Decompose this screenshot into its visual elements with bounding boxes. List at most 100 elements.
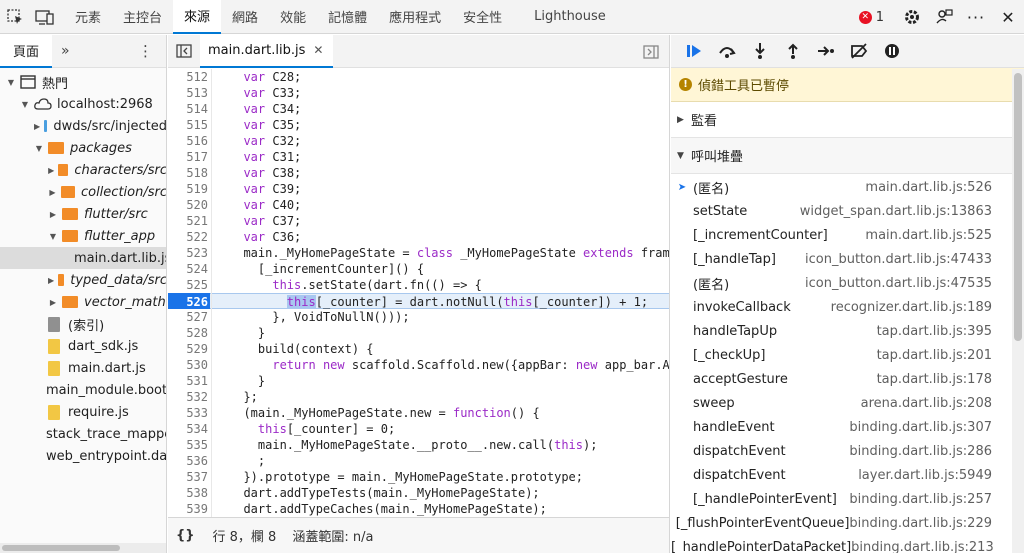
frame-location[interactable]: binding.dart.lib.js:229 [849, 516, 1012, 531]
close-devtools-icon[interactable]: ✕ [992, 0, 1024, 34]
call-frame[interactable]: [_handleTap] icon_button.dart.lib.js:4743… [671, 247, 1012, 271]
line-number[interactable]: 512 [168, 69, 208, 85]
code-line[interactable]: 539 dart.addTypeCaches(main._MyHomePageS… [168, 501, 669, 517]
code-line[interactable]: 531 } [168, 373, 669, 389]
code-line[interactable]: 520 var C40; [168, 197, 669, 213]
tab-8[interactable]: Lighthouse [523, 0, 617, 34]
watch-section-header[interactable]: ▶ 監看 [671, 102, 1024, 138]
code-line[interactable]: 519 var C39; [168, 181, 669, 197]
debugger-vertical-scrollbar[interactable] [1012, 69, 1024, 553]
code-line-breakpoint[interactable]: 526 this[_counter] = dart.notNull(this[_… [168, 293, 669, 309]
call-frame[interactable]: sweep arena.dart.lib.js:208 [671, 391, 1012, 415]
call-frame[interactable]: invokeCallback recognizer.dart.lib.js:189 [671, 295, 1012, 319]
call-frame[interactable]: [_incrementCounter] main.dart.lib.js:525 [671, 223, 1012, 247]
call-frame[interactable]: (匿名) icon_button.dart.lib.js:47535 [671, 271, 1012, 295]
step-over-icon[interactable] [710, 35, 743, 68]
code-line[interactable]: 523 main._MyHomePageState = class _MyHom… [168, 245, 669, 261]
line-number[interactable]: 533 [168, 405, 208, 421]
line-number[interactable]: 528 [168, 325, 208, 341]
tree-item[interactable]: ▼ localhost:2968 [0, 93, 166, 115]
line-number[interactable]: 518 [168, 165, 208, 181]
line-number[interactable]: 525 [168, 277, 208, 293]
code-line[interactable]: 522 var C36; [168, 229, 669, 245]
tree-item[interactable]: main.dart.js [0, 357, 166, 379]
frame-location[interactable]: layer.dart.lib.js:5949 [858, 468, 1012, 483]
expand-arrow-icon[interactable]: ▶ [48, 298, 58, 307]
more-tabs-chevron-icon[interactable]: » [52, 43, 79, 59]
frame-location[interactable]: binding.dart.lib.js:307 [849, 420, 1012, 435]
line-number[interactable]: 519 [168, 181, 208, 197]
call-frame[interactable]: [_handlePointerEvent] binding.dart.lib.js… [671, 487, 1012, 511]
toggle-navigator-icon[interactable] [168, 35, 200, 68]
resume-icon[interactable] [677, 35, 710, 68]
line-number[interactable]: 530 [168, 357, 208, 373]
tree-item[interactable]: ▶ collection/src [0, 181, 166, 203]
code-line[interactable]: 529 build(context) { [168, 341, 669, 357]
navigator-menu-icon[interactable]: ⋮ [138, 42, 166, 60]
code-line[interactable]: 527 }, VoidToNullN())); [168, 309, 669, 325]
line-number[interactable]: 514 [168, 101, 208, 117]
expand-arrow-icon[interactable]: ▶ [48, 188, 57, 197]
code-line[interactable]: 538 dart.addTypeTests(main._MyHomePageSt… [168, 485, 669, 501]
code-line[interactable]: 512 var C28; [168, 69, 669, 85]
settings-gear-icon[interactable] [896, 0, 928, 34]
step-icon[interactable] [809, 35, 842, 68]
line-number[interactable]: 532 [168, 389, 208, 405]
frame-location[interactable]: widget_span.dart.lib.js:13863 [800, 204, 1012, 219]
tab-1[interactable]: 主控台 [112, 0, 173, 34]
tree-item[interactable]: stack_trace_mapper.js [0, 423, 166, 445]
frame-location[interactable]: icon_button.dart.lib.js:47433 [805, 252, 1012, 267]
frame-location[interactable]: tap.dart.lib.js:395 [877, 324, 1012, 339]
line-number[interactable]: 521 [168, 213, 208, 229]
frame-location[interactable]: icon_button.dart.lib.js:47535 [805, 276, 1012, 291]
line-number[interactable]: 538 [168, 485, 208, 501]
call-frame[interactable]: [_handlePointerDataPacket] binding.dart.l… [671, 535, 1012, 553]
line-number[interactable]: 516 [168, 133, 208, 149]
tree-item[interactable]: ▶ characters/src [0, 159, 166, 181]
frame-location[interactable]: binding.dart.lib.js:213 [851, 540, 1014, 553]
step-into-icon[interactable] [743, 35, 776, 68]
code-line[interactable]: 530 return new scaffold.Scaffold.new({ap… [168, 357, 669, 373]
tab-5[interactable]: 記憶體 [317, 0, 378, 34]
tree-item[interactable]: ▶ vector_math [0, 291, 166, 313]
frame-location[interactable]: binding.dart.lib.js:286 [849, 444, 1012, 459]
line-number[interactable]: 517 [168, 149, 208, 165]
line-number[interactable]: 536 [168, 453, 208, 469]
error-counter[interactable]: ✕ 1 [858, 10, 884, 25]
tree-item[interactable]: require.js [0, 401, 166, 423]
inspect-element-icon[interactable] [0, 0, 30, 34]
collapse-arrow-icon[interactable]: ▼ [20, 100, 30, 109]
expand-arrow-icon[interactable]: ▶ [48, 276, 54, 285]
pause-on-exceptions-icon[interactable] [875, 35, 908, 68]
tab-0[interactable]: 元素 [64, 0, 112, 34]
tree-item[interactable]: dart_sdk.js [0, 335, 166, 357]
navigator-horizontal-scrollbar[interactable] [0, 543, 166, 553]
line-number[interactable]: 539 [168, 501, 208, 517]
code-line[interactable]: 513 var C33; [168, 85, 669, 101]
tab-7[interactable]: 安全性 [452, 0, 513, 34]
line-number[interactable]: 535 [168, 437, 208, 453]
callstack-section-header[interactable]: ▼ 呼叫堆疊 [671, 138, 1024, 174]
code-line[interactable]: 528 } [168, 325, 669, 341]
collapse-arrow-icon[interactable]: ▼ [6, 78, 16, 87]
tree-item[interactable]: ▶ flutter/src [0, 203, 166, 225]
frame-location[interactable]: main.dart.lib.js:525 [865, 228, 1012, 243]
line-number[interactable]: 524 [168, 261, 208, 277]
call-frame[interactable]: dispatchEvent layer.dart.lib.js:5949 [671, 463, 1012, 487]
code-line[interactable]: 515 var C35; [168, 117, 669, 133]
step-out-icon[interactable] [776, 35, 809, 68]
device-emulation-icon[interactable] [30, 0, 60, 34]
tree-item[interactable]: ▼ packages [0, 137, 166, 159]
line-number[interactable]: 515 [168, 117, 208, 133]
line-number[interactable]: 534 [168, 421, 208, 437]
frame-location[interactable]: tap.dart.lib.js:201 [877, 348, 1012, 363]
line-number[interactable]: 527 [168, 309, 208, 325]
code-line[interactable]: 535 main._MyHomePageState.__proto__.new.… [168, 437, 669, 453]
tree-item[interactable]: ▼ flutter_app [0, 225, 166, 247]
code-line[interactable]: 518 var C38; [168, 165, 669, 181]
expand-arrow-icon[interactable]: ▶ [34, 122, 40, 131]
code-line[interactable]: 524 [_incrementCounter]() { [168, 261, 669, 277]
tree-item[interactable]: ▼ 熱門 [0, 71, 166, 93]
code-line[interactable]: 537 }).prototype = main._MyHomePageState… [168, 469, 669, 485]
code-line[interactable]: 536 ; [168, 453, 669, 469]
